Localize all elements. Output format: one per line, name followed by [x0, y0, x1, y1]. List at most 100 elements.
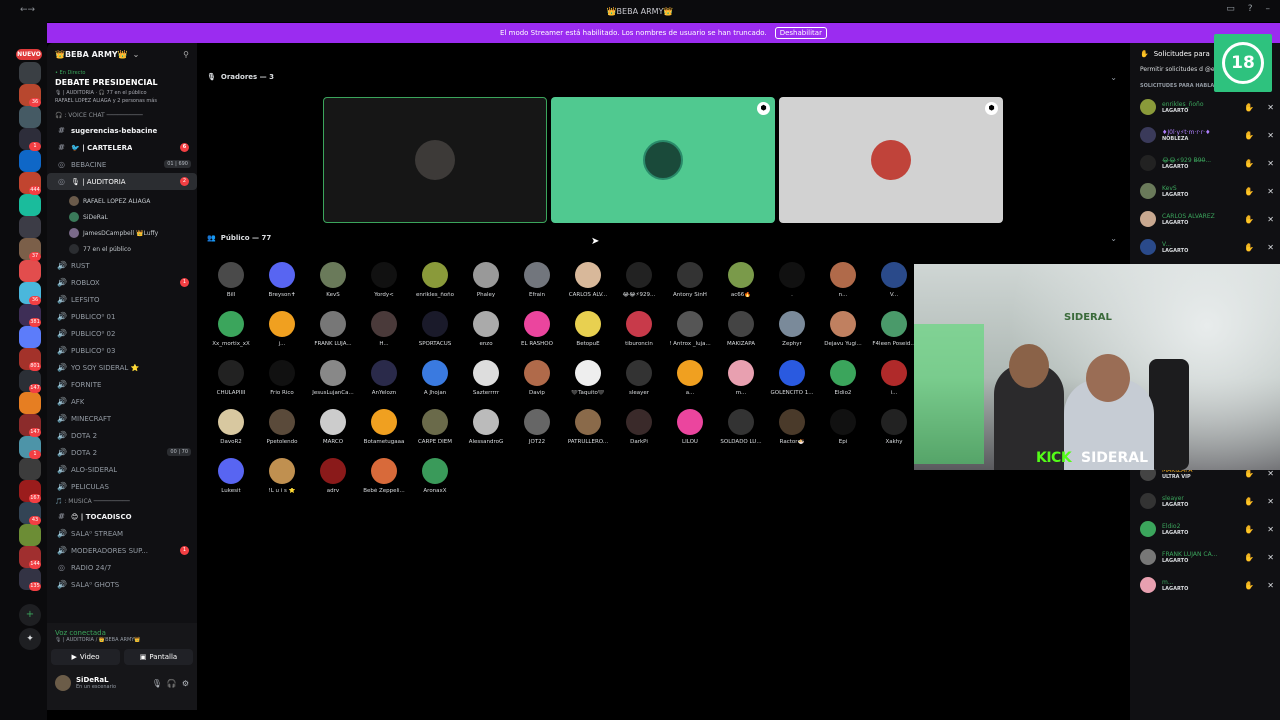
speak-request-row[interactable]: m... LAGARTO ✋ ✕ — [1130, 571, 1280, 599]
audience-member[interactable]: Phaley — [464, 262, 508, 298]
audience-member[interactable]: KevS — [311, 262, 355, 298]
discover-icon[interactable]: ✦ — [19, 628, 41, 650]
channel-item[interactable]: 🔊 SALA⁰ GHOTS — [47, 576, 197, 593]
voice-connected-label[interactable]: Voz conectada — [47, 623, 197, 637]
audience-member[interactable]: Dejavu Yugi... — [821, 311, 865, 347]
microphone-icon[interactable]: 🎙 — [152, 679, 162, 688]
speak-request-row[interactable]: 😂😂⚡929 B̶9̶0̶... LAGARTO ✋ ✕ — [1130, 149, 1280, 177]
channel-item[interactable]: 🔊 YO SOY SIDERAL ⭐ — [47, 359, 197, 376]
screen-share-button[interactable]: ▣ Pantalla — [124, 649, 193, 665]
server-icon[interactable] — [19, 326, 41, 348]
channel-item[interactable]: 🔊 MINECRAFT — [47, 410, 197, 427]
audience-member[interactable]: GOLENCITO 1... — [770, 360, 814, 396]
channel-item[interactable]: 🔊 PUBLICO⁰ 02 — [47, 325, 197, 342]
audience-member[interactable]: Breyson✝ — [260, 262, 304, 298]
channel-item[interactable]: 🔊 AFK — [47, 393, 197, 410]
audience-member[interactable]: CARLOS ALV... — [566, 262, 610, 298]
audience-member[interactable]: enzo — [464, 311, 508, 347]
server-icon[interactable] — [19, 194, 41, 216]
server-header[interactable]: 👑BEBA ARMY👑 ⌄ ⚲ — [47, 43, 197, 65]
audience-member[interactable]: H... — [362, 311, 406, 347]
close-icon[interactable]: ✕ — [1267, 103, 1274, 112]
settings-gear-icon[interactable]: ⚙ — [182, 679, 189, 688]
channel-item[interactable]: ◎ 🎙 | AUDITORIA 2 — [47, 173, 197, 190]
category-music[interactable]: 🎵 : MUSICA ────────── — [47, 495, 197, 508]
audience-member[interactable]: DavoR2 — [209, 409, 253, 445]
close-icon[interactable]: ✕ — [1267, 131, 1274, 140]
speaker-tile[interactable]: ⬢ — [779, 97, 1003, 223]
channel-item[interactable]: ◎ RADIO 24/7 — [47, 559, 197, 576]
audience-member[interactable]: Eldio2 — [821, 360, 865, 396]
channel-item[interactable]: # 😊 | TOCADISCO — [47, 508, 197, 525]
audience-member[interactable]: JesusLujanCa... — [311, 360, 355, 396]
audience-member[interactable]: V... — [872, 262, 916, 298]
channel-item[interactable]: 🔊 ROBLOX 1 — [47, 274, 197, 291]
close-icon[interactable]: ✕ — [1267, 215, 1274, 224]
audience-member[interactable]: 🖤Taquito🖤 — [566, 360, 610, 396]
audience-member[interactable]: 😂😂⚡929... — [617, 262, 661, 298]
speak-request-row[interactable]: V... LAGARTO ✋ ✕ — [1130, 233, 1280, 261]
audience-member[interactable]: Bebé Zeppeli... — [362, 458, 406, 494]
speaker-tile[interactable]: ⬢ — [551, 97, 775, 223]
video-button[interactable]: ▶ Video — [51, 649, 120, 665]
speak-request-row[interactable]: KevS LAGARTO ✋ ✕ — [1130, 177, 1280, 205]
audience-member[interactable]: CARPE DIEM — [413, 409, 457, 445]
close-icon[interactable]: ✕ — [1267, 497, 1274, 506]
audience-member[interactable]: SOLDADO LU... — [719, 409, 763, 445]
voice-member[interactable]: RAFAEL LOPEZ ALIAGA — [47, 193, 197, 209]
channel-item[interactable]: # 🐦 | CARTELERA 6 — [47, 139, 197, 156]
audience-member[interactable]: AlessandroG — [464, 409, 508, 445]
audience-member[interactable]: Lukesit — [209, 458, 253, 494]
audience-member[interactable]: MAKIZAPA — [719, 311, 763, 347]
audience-member[interactable]: j... — [260, 311, 304, 347]
audience-member[interactable]: AnYelozn — [362, 360, 406, 396]
channel-item[interactable]: 🔊 FORNITE — [47, 376, 197, 393]
channel-item[interactable]: 🔊 LEFSITO — [47, 291, 197, 308]
audience-member[interactable]: ! Antrox _luja... — [668, 311, 712, 347]
voice-member[interactable]: 77 en el público — [47, 241, 197, 257]
audience-member[interactable]: Ppetolendo — [260, 409, 304, 445]
audience-member[interactable]: a... — [668, 360, 712, 396]
audience-member[interactable]: enrikles_ñoño — [413, 262, 457, 298]
voice-member[interactable]: JamesDCampbell 👑Luffy — [47, 225, 197, 241]
audience-member[interactable]: ac66🔥 — [719, 262, 763, 298]
close-icon[interactable]: ✕ — [1267, 159, 1274, 168]
invite-to-speak-icon[interactable]: ✋ — [1244, 215, 1254, 224]
audience-member[interactable]: PATRULLERO... — [566, 409, 610, 445]
invite-to-speak-icon[interactable]: ✋ — [1244, 159, 1254, 168]
audience-member[interactable]: F4leen Poseid... — [872, 311, 916, 347]
audience-member[interactable]: Antony SinH — [668, 262, 712, 298]
audience-member[interactable]: DarkPi — [617, 409, 661, 445]
channel-item[interactable]: 🔊 MODERADORES SUP... 1 — [47, 542, 197, 559]
invite-to-speak-icon[interactable]: ✋ — [1244, 497, 1254, 506]
channel-item[interactable]: 🔊 ALO-SIDERAL — [47, 461, 197, 478]
audience-member[interactable]: CHULAPIIII — [209, 360, 253, 396]
speak-request-row[interactable]: sleayer LAGARTO ✋ ✕ — [1130, 487, 1280, 515]
audience-member[interactable]: AronaxX — [413, 458, 457, 494]
audience-member[interactable]: Xx_mortix_xX — [209, 311, 253, 347]
audience-member[interactable]: Epi — [821, 409, 865, 445]
invite-to-speak-icon[interactable]: ✋ — [1244, 187, 1254, 196]
audience-member[interactable]: LILOU — [668, 409, 712, 445]
audience-member[interactable]: Yordy< — [362, 262, 406, 298]
audience-member[interactable]: Sazterrrrr — [464, 360, 508, 396]
audience-member[interactable]: SPORTACUS — [413, 311, 457, 347]
audience-member[interactable]: Xakhy — [872, 409, 916, 445]
audience-member[interactable]: n... — [821, 262, 865, 298]
channel-item[interactable]: ◎ BEBACINE 01 | 690 — [47, 156, 197, 173]
server-icon[interactable] — [19, 106, 41, 128]
audience-member[interactable]: i... — [872, 360, 916, 396]
audience-member[interactable]: m... — [719, 360, 763, 396]
avatar[interactable] — [55, 675, 71, 691]
channel-item[interactable]: 🔊 DOTA 2 — [47, 427, 197, 444]
invite-to-speak-icon[interactable]: ✋ — [1244, 103, 1254, 112]
audience-member[interactable]: adrv — [311, 458, 355, 494]
category-voice-chat[interactable]: 🎧 : VOICE CHAT ────────── — [47, 109, 197, 122]
server-icon[interactable] — [19, 62, 41, 84]
speaker-tile[interactable] — [323, 97, 547, 223]
channel-item[interactable]: # sugerencias-bebacine — [47, 122, 197, 139]
audience-member[interactable]: FRANK LUJA... — [311, 311, 355, 347]
audience-member[interactable]: EL RASHOO — [515, 311, 559, 347]
audience-member[interactable]: !L u i s ⭐ — [260, 458, 304, 494]
audience-member[interactable]: Efrain — [515, 262, 559, 298]
